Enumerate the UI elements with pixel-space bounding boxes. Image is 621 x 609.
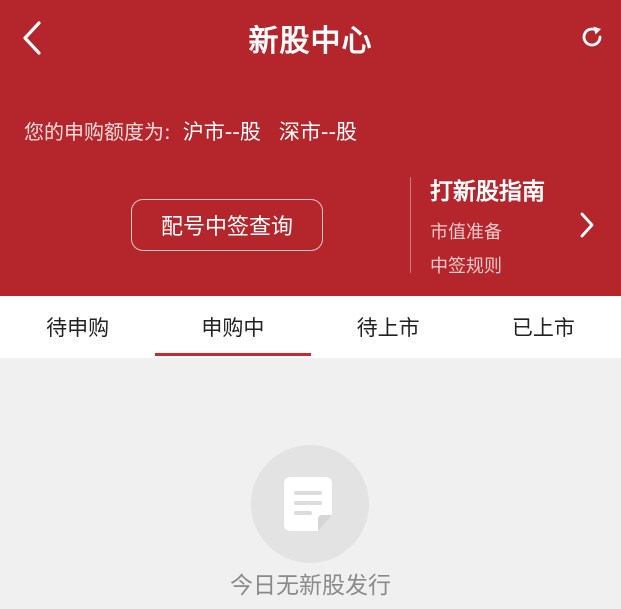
- refresh-button[interactable]: [575, 20, 609, 54]
- divider: [410, 177, 411, 273]
- tab-bar: 待申购 申购中 待上市 已上市: [0, 296, 621, 358]
- document-icon: [284, 477, 332, 531]
- tab-subscribing[interactable]: 申购中: [155, 296, 311, 358]
- refresh-icon: [582, 26, 602, 47]
- chevron-right-icon: [580, 212, 594, 238]
- quota-sz-value: 深市--股: [278, 120, 358, 144]
- subscription-quota: 您的申购额度为: 沪市--股 深市--股: [24, 116, 357, 146]
- header-banner: 新股中心 您的申购额度为: 沪市--股 深市--股 配号中签查询 打新股指南 市值准…: [0, 0, 621, 296]
- page-title: 新股中心: [248, 24, 373, 59]
- quota-sh-value: 沪市--股: [182, 120, 261, 144]
- empty-state-text: 今日无新股发行: [230, 573, 391, 599]
- tab-pending-subscription[interactable]: 待申购: [0, 296, 155, 358]
- ipo-guide-link[interactable]: 打新股指南 市值准备 中签规则: [430, 172, 605, 278]
- guide-title: 打新股指南: [430, 179, 545, 205]
- tab-pending-listing[interactable]: 待上市: [311, 296, 466, 358]
- tab-listed[interactable]: 已上市: [466, 296, 621, 358]
- empty-state-circle: [251, 445, 369, 563]
- guide-item-lottery-rules: 中签规则: [430, 256, 502, 277]
- allotment-query-button[interactable]: 配号中签查询: [131, 199, 323, 251]
- quota-label: 您的申购额度为:: [24, 120, 171, 144]
